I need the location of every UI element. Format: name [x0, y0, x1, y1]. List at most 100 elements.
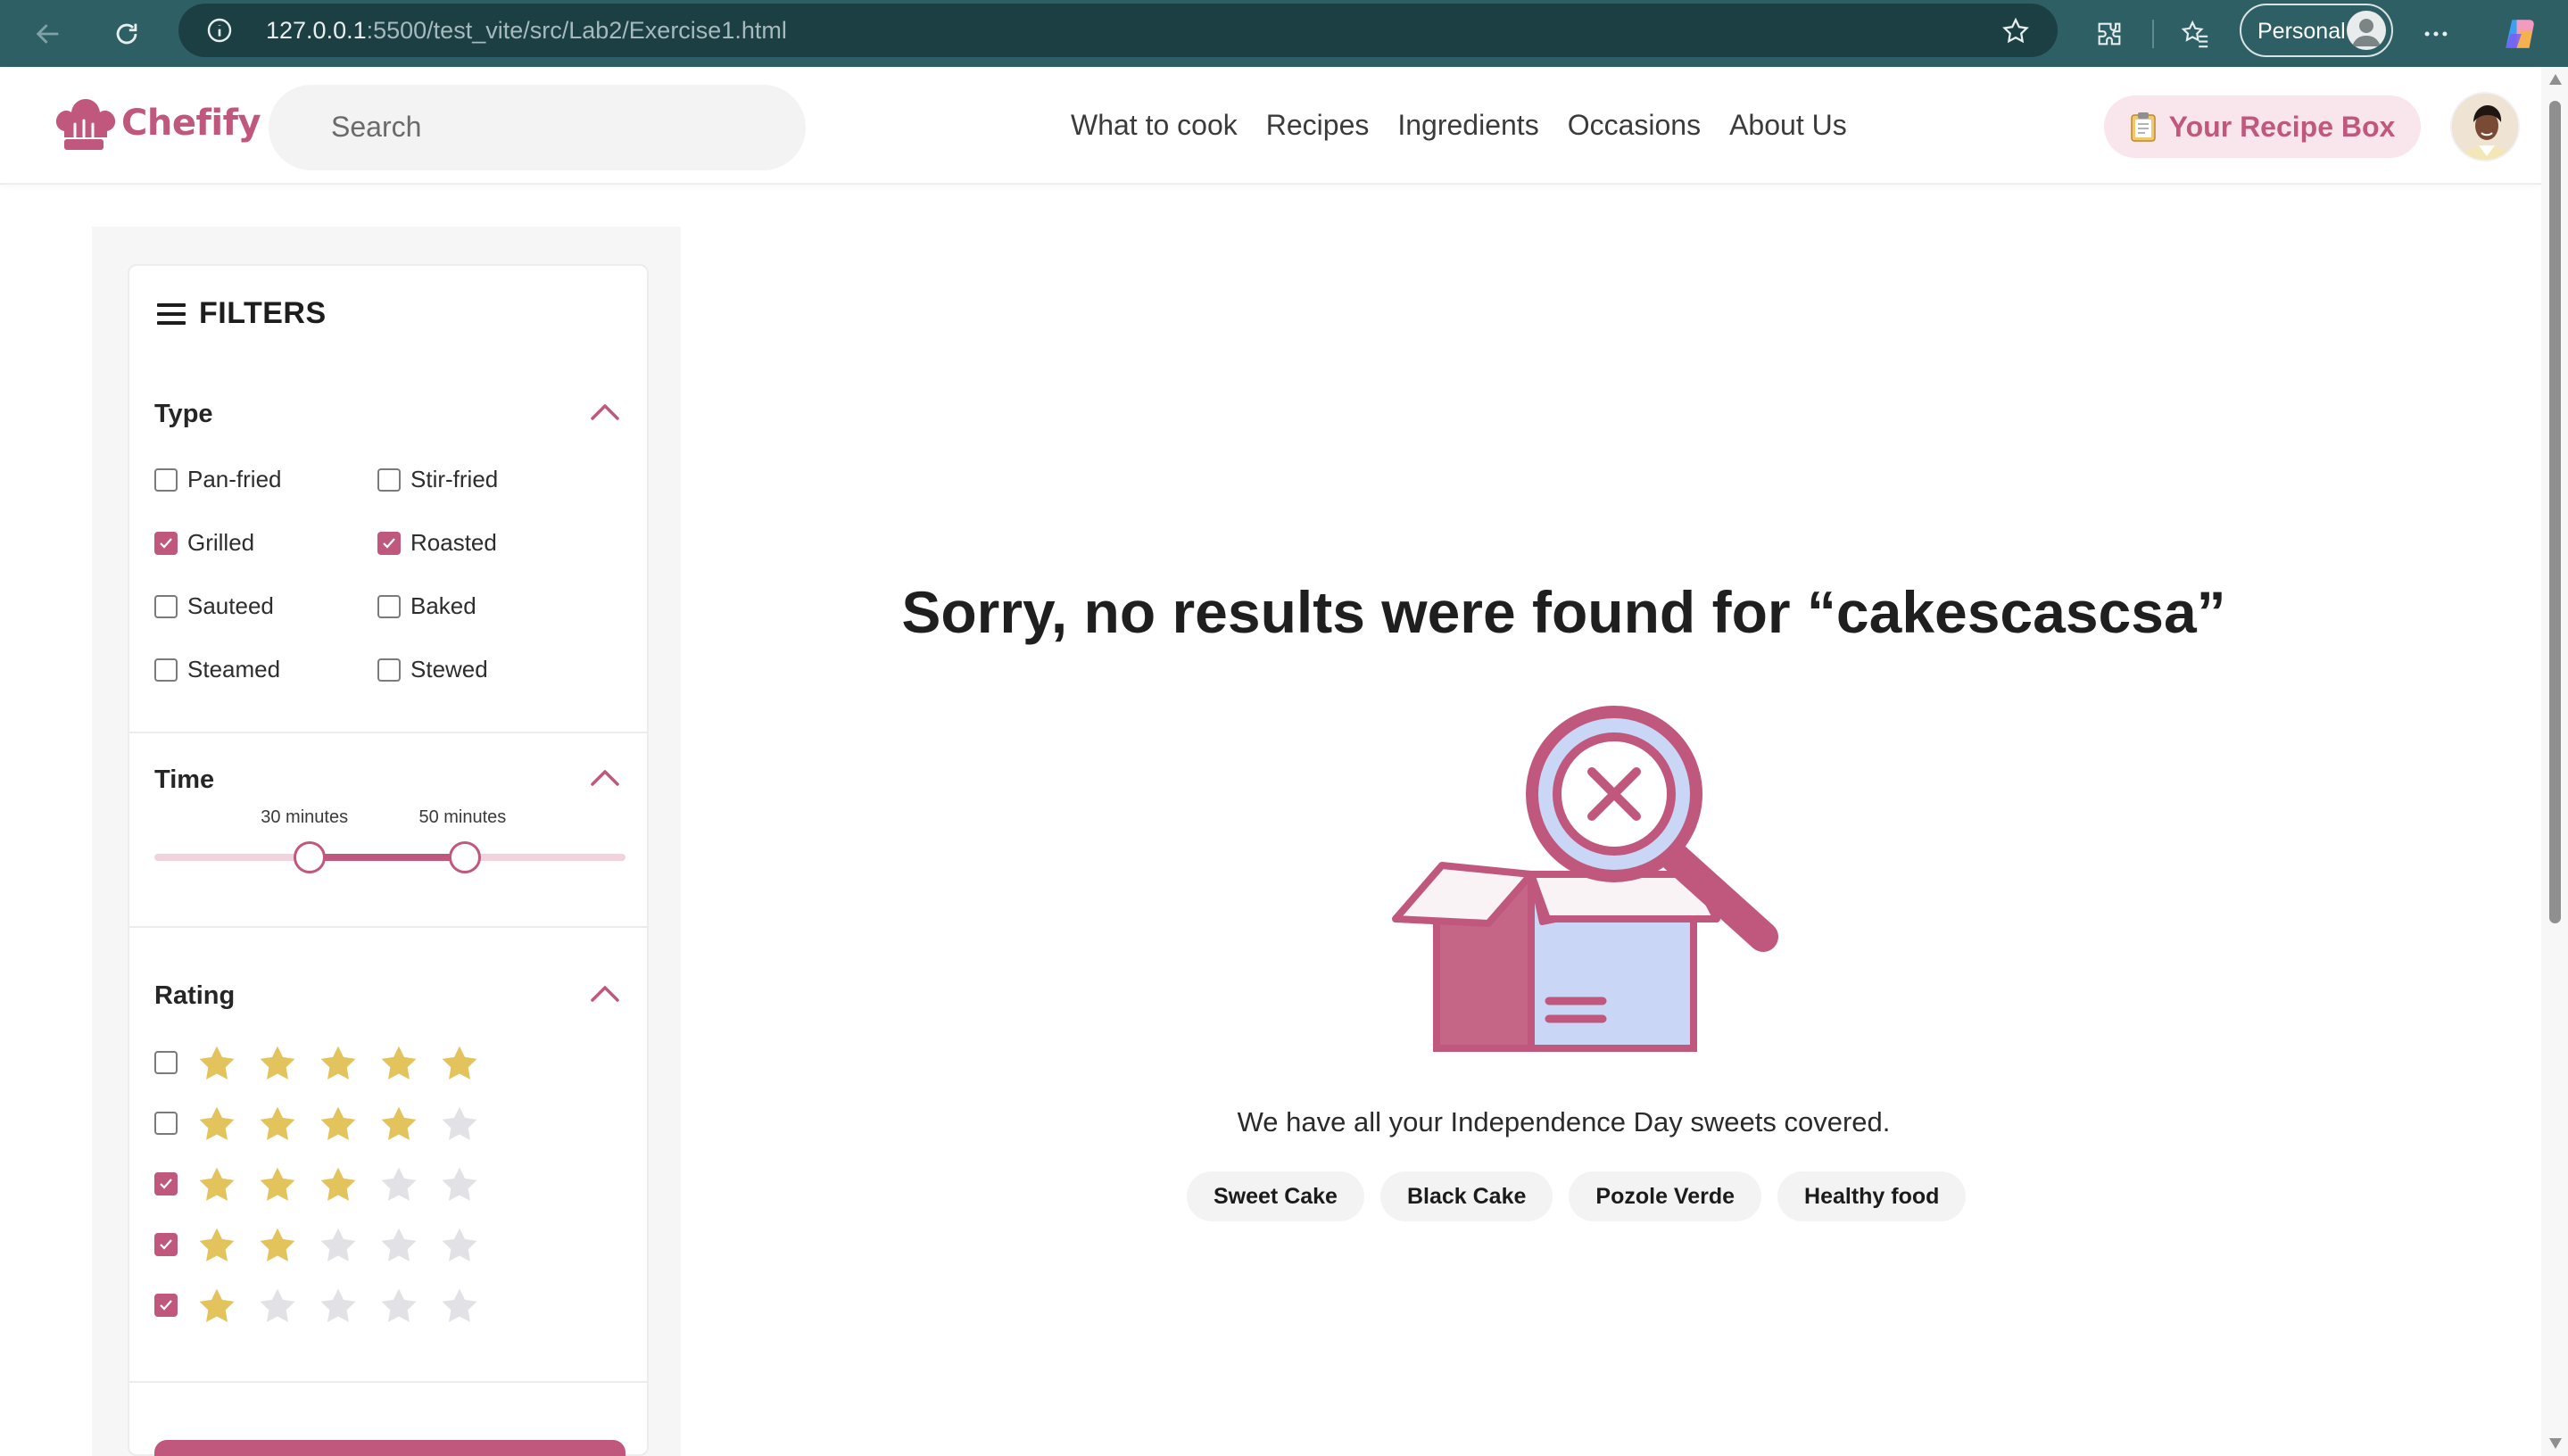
time-slider-max-handle[interactable]	[449, 841, 482, 873]
time-heading: Time	[154, 765, 215, 794]
type-option-baked[interactable]: Baked	[377, 592, 476, 620]
favorite-star-icon[interactable]	[2001, 16, 2031, 46]
checkmark-icon	[383, 537, 395, 549]
suggestion-chip-pozole-verde[interactable]: Pozole Verde	[1569, 1171, 1762, 1221]
chevron-up-icon[interactable]	[590, 767, 620, 789]
favorites-icon[interactable]	[2174, 12, 2216, 55]
star-empty-icon	[442, 1106, 477, 1140]
nav-what-to-cook[interactable]: What to cook	[1071, 109, 1238, 142]
site-header: Chefify What to cook Recipes Ingredients…	[0, 67, 2541, 185]
checkbox[interactable]	[154, 467, 178, 492]
checkbox[interactable]	[154, 1051, 178, 1074]
time-max-label: 50 minutes	[418, 807, 507, 827]
site-logo[interactable]: Chefify	[52, 92, 261, 154]
nav-occasions[interactable]: Occasions	[1568, 109, 1701, 142]
url-text: 127.0.0.1:5500/test_vite/src/Lab2/Exerci…	[266, 17, 787, 44]
nav-about-us[interactable]: About Us	[1729, 109, 1847, 142]
extensions-icon[interactable]	[2088, 12, 2131, 55]
type-option-label: Stir-fried	[410, 466, 499, 492]
copilot-icon[interactable]	[2498, 12, 2541, 55]
type-option-stir-fried[interactable]: Stir-fried	[377, 466, 498, 493]
more-icon[interactable]	[2415, 12, 2457, 55]
checkmark-icon	[160, 1239, 172, 1250]
checkbox-checked[interactable]	[377, 531, 401, 555]
time-min-label: 30 minutes	[261, 807, 349, 827]
checkmark-icon	[160, 537, 172, 549]
star-rating	[197, 1286, 501, 1324]
logo-text: Chefify	[121, 103, 261, 144]
profile-button[interactable]: Personal	[2240, 4, 2393, 57]
checkbox[interactable]	[154, 658, 178, 682]
profile-icon	[2347, 11, 2386, 50]
type-option-label: Sauteed	[187, 592, 274, 619]
page-scrollbar[interactable]	[2541, 67, 2568, 1456]
star-empty-icon	[442, 1288, 477, 1322]
scrollbar-thumb[interactable]	[2549, 101, 2561, 923]
type-option-label: Stewed	[410, 656, 488, 682]
checkbox[interactable]	[154, 1112, 178, 1135]
recipe-box-button[interactable]: Your Recipe Box	[2104, 95, 2421, 158]
star-rating	[197, 1044, 501, 1081]
no-results-subtitle: We have all your Independence Day sweets…	[1237, 1106, 1891, 1138]
suggestion-chip-black-cake[interactable]: Black Cake	[1379, 1171, 1553, 1221]
star-filled-icon	[442, 1046, 477, 1080]
star-filled-icon	[381, 1046, 417, 1080]
filters-title-text: FILTERS	[199, 296, 327, 330]
search-input[interactable]	[331, 106, 777, 147]
rating-option-3-stars[interactable]	[154, 1165, 501, 1203]
info-icon[interactable]	[205, 16, 234, 45]
star-filled-icon	[199, 1167, 235, 1201]
type-option-sauteed[interactable]: Sauteed	[154, 592, 274, 620]
type-option-roasted[interactable]: Roasted	[377, 529, 497, 557]
apply-filters-button[interactable]	[154, 1440, 625, 1456]
profile-label: Personal	[2257, 19, 2346, 44]
nav-ingredients[interactable]: Ingredients	[1397, 109, 1538, 142]
type-option-steamed[interactable]: Steamed	[154, 656, 280, 683]
nav-recipes[interactable]: Recipes	[1266, 109, 1370, 142]
type-option-label: Baked	[410, 592, 476, 619]
checkbox-checked[interactable]	[154, 531, 178, 555]
star-rating	[197, 1226, 501, 1263]
filters-card: FILTERS Type Pan-fried Stir-fried Grilled R…	[128, 264, 649, 1456]
checkbox[interactable]	[154, 594, 178, 618]
checkbox[interactable]	[377, 658, 401, 682]
type-option-stewed[interactable]: Stewed	[377, 656, 488, 683]
checkmark-icon	[160, 1300, 172, 1311]
suggestion-chip-healthy-food[interactable]: Healthy food	[1777, 1171, 1967, 1221]
chevron-up-icon[interactable]	[590, 983, 620, 1005]
scroll-up-arrow-icon[interactable]	[2549, 74, 2562, 85]
rating-option-2-stars[interactable]	[154, 1226, 501, 1263]
star-filled-icon	[320, 1167, 356, 1201]
checkbox-checked[interactable]	[154, 1233, 178, 1256]
rating-option-4-stars[interactable]	[154, 1104, 501, 1142]
scroll-down-arrow-icon[interactable]	[2549, 1438, 2562, 1449]
checkbox[interactable]	[377, 467, 401, 492]
suggestion-chip-sweet-cake[interactable]: Sweet Cake	[1187, 1171, 1364, 1221]
checkbox-checked[interactable]	[154, 1172, 178, 1195]
section-divider	[129, 732, 647, 733]
checkbox-checked[interactable]	[154, 1294, 178, 1317]
star-rating	[197, 1165, 501, 1203]
star-filled-icon	[199, 1288, 235, 1322]
back-arrow-icon[interactable]	[27, 12, 70, 55]
checkbox[interactable]	[377, 594, 401, 618]
rating-heading: Rating	[154, 981, 236, 1010]
type-option-pan-fried[interactable]: Pan-fried	[154, 466, 282, 493]
type-option-label: Steamed	[187, 656, 281, 682]
search-box[interactable]	[269, 85, 806, 170]
star-filled-icon	[199, 1106, 235, 1140]
rating-option-5-stars[interactable]	[154, 1044, 501, 1081]
user-avatar[interactable]	[2450, 92, 2520, 161]
refresh-icon[interactable]	[105, 12, 148, 55]
rating-option-1-stars[interactable]	[154, 1286, 501, 1324]
type-heading: Type	[154, 400, 213, 428]
star-filled-icon	[199, 1228, 235, 1262]
star-filled-icon	[320, 1106, 356, 1140]
suggestion-chips: Sweet Cake Black Cake Pozole Verde Healt…	[1187, 1171, 1982, 1221]
chevron-up-icon[interactable]	[590, 401, 620, 423]
address-bar[interactable]: 127.0.0.1:5500/test_vite/src/Lab2/Exerci…	[178, 4, 2058, 57]
star-empty-icon	[381, 1228, 417, 1262]
time-slider-min-handle[interactable]	[294, 841, 327, 873]
empty-box-magnifier-illustration	[1388, 705, 1781, 1053]
type-option-grilled[interactable]: Grilled	[154, 529, 254, 557]
